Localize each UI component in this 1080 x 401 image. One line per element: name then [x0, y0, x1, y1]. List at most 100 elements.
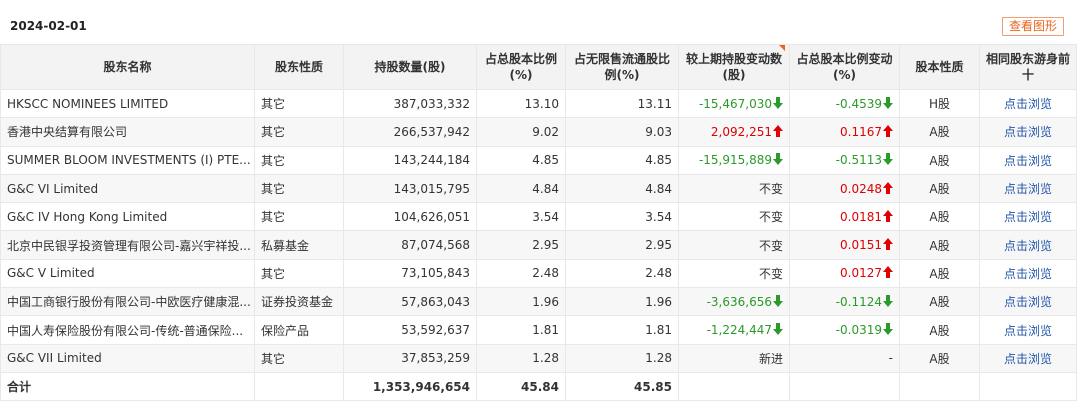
table-row: G&C VI Limited 其它 143,015,795 4.84 4.84 不变 0.0…	[0, 173, 1077, 204]
cell-pct: 3.54	[476, 202, 566, 232]
float-pct-text: 1.96	[645, 294, 672, 309]
browse-link-text[interactable]: 点击浏览	[1004, 125, 1052, 139]
cell-pct: 2.48	[476, 258, 566, 289]
pct-text: 1.96	[532, 294, 559, 309]
cell-browse-link[interactable]: 点击浏览	[979, 287, 1077, 317]
cell-share-type: A股	[899, 173, 980, 204]
cell-share-type: A股	[899, 287, 980, 317]
browse-link-text[interactable]: 点击浏览	[1004, 210, 1052, 224]
holder-name-text: G&C IV Hong Kong Limited	[7, 209, 168, 224]
total-label: 合计	[0, 371, 255, 401]
cell-browse-link[interactable]: 点击浏览	[979, 117, 1077, 147]
total-empty-cell	[678, 371, 790, 401]
sort-indicator-icon	[779, 45, 785, 51]
table-row: HKSCC NOMINEES LIMITED 其它 387,033,332 13.10…	[0, 88, 1077, 119]
cell-change: 不变	[678, 202, 790, 232]
cell-browse-link[interactable]: 点击浏览	[979, 258, 1077, 289]
float-pct-text: 13.11	[637, 96, 672, 111]
cell-change: 不变	[678, 230, 790, 260]
float-pct-text: 1.28	[645, 351, 672, 366]
table-row: 中国人寿保险股份有限公司-传统-普通保险... 保险产品 53,592,637 1.8…	[0, 315, 1077, 345]
col-header-pct-change[interactable]: 占总股本比例变动(%)	[789, 44, 900, 90]
browse-link-text[interactable]: 点击浏览	[1004, 97, 1052, 111]
change-text: 不变	[758, 266, 783, 281]
total-float-pct: 45.85	[565, 371, 679, 401]
cell-holder-name: G&C V Limited	[0, 258, 255, 289]
cell-holder-type: 保险产品	[254, 315, 344, 345]
table-row: 香港中央结算有限公司 其它 266,537,942 9.02 9.03 2,092,251…	[0, 117, 1077, 147]
cell-browse-link[interactable]: 点击浏览	[979, 173, 1077, 204]
pct-change-text: 0.0127	[840, 266, 882, 281]
cell-pct: 4.85	[476, 145, 566, 175]
cell-pct-change: -	[789, 343, 900, 373]
col-header-change[interactable]: 较上期持股变动数(股)	[678, 44, 790, 90]
table-row: G&C V Limited 其它 73,105,843 2.48 2.48 不变 0.012…	[0, 258, 1077, 289]
cell-change: -15,467,030	[678, 88, 790, 119]
holder-name-text: HKSCC NOMINEES LIMITED	[7, 96, 169, 111]
cell-shares: 104,626,051	[343, 202, 477, 232]
cell-holder-name: 香港中央结算有限公司	[0, 117, 255, 147]
total-empty-cell	[899, 371, 980, 401]
col-header-float-pct[interactable]: 占无限售流通股比例(%)	[565, 44, 679, 90]
cell-share-type: A股	[899, 315, 980, 345]
cell-browse-link[interactable]: 点击浏览	[979, 230, 1077, 260]
cell-browse-link[interactable]: 点击浏览	[979, 145, 1077, 175]
change-text: -1,224,447	[706, 323, 772, 338]
browse-link-text[interactable]: 点击浏览	[1004, 267, 1052, 281]
share-type-text: A股	[929, 125, 950, 140]
cell-float-pct: 3.54	[565, 202, 679, 232]
browse-link-text[interactable]: 点击浏览	[1004, 324, 1052, 338]
cell-shares: 266,537,942	[343, 117, 477, 147]
cell-browse-link[interactable]: 点击浏览	[979, 88, 1077, 119]
total-empty-cell	[789, 371, 900, 401]
cell-holder-name: G&C VII Limited	[0, 343, 255, 373]
col-header-type[interactable]: 股东性质	[254, 44, 344, 90]
cell-pct: 1.96	[476, 287, 566, 317]
pct-text: 1.28	[532, 351, 559, 366]
share-type-text: A股	[929, 210, 950, 225]
share-type-text: A股	[929, 238, 950, 253]
cell-pct-change: 0.0151	[789, 230, 900, 260]
change-text: 不变	[758, 238, 783, 253]
arrow-down-icon	[883, 294, 893, 307]
cell-browse-link[interactable]: 点击浏览	[979, 343, 1077, 373]
cell-float-pct: 13.11	[565, 88, 679, 119]
cell-shares: 87,074,568	[343, 230, 477, 260]
cell-holder-type: 其它	[254, 117, 344, 147]
col-header-share-type[interactable]: 股本性质	[899, 44, 980, 90]
cell-pct-change: 0.0181	[789, 202, 900, 232]
change-text: 新进	[758, 351, 783, 366]
total-empty-cell	[979, 371, 1077, 401]
pct-change-text: -0.4539	[835, 96, 882, 111]
pct-text: 3.54	[532, 209, 559, 224]
browse-link-text[interactable]: 点击浏览	[1004, 154, 1052, 168]
arrow-down-icon	[773, 323, 783, 336]
browse-link-text[interactable]: 点击浏览	[1004, 182, 1052, 196]
cell-share-type: A股	[899, 343, 980, 373]
shares-text: 53,592,637	[401, 323, 470, 338]
change-text: 2,092,251	[710, 124, 772, 139]
cell-browse-link[interactable]: 点击浏览	[979, 315, 1077, 345]
col-header-pct[interactable]: 占总股本比例(%)	[476, 44, 566, 90]
browse-link-text[interactable]: 点击浏览	[1004, 295, 1052, 309]
holder-type-text: 其它	[261, 351, 286, 366]
cell-pct-change: -0.4539	[789, 88, 900, 119]
cell-pct: 4.84	[476, 173, 566, 204]
cell-holder-type: 其它	[254, 202, 344, 232]
view-chart-button[interactable]: 查看图形	[1002, 17, 1064, 36]
table-row: 中国工商银行股份有限公司-中欧医疗健康混... 证券投资基金 57,863,043 1…	[0, 287, 1077, 317]
col-header-shares[interactable]: 持股数量(股)	[343, 44, 477, 90]
share-type-text: A股	[929, 182, 950, 197]
shares-text: 143,015,795	[393, 181, 470, 196]
float-pct-text: 2.48	[645, 266, 672, 281]
holder-name-text: G&C VII Limited	[7, 351, 102, 366]
cell-browse-link[interactable]: 点击浏览	[979, 202, 1077, 232]
holder-type-text: 其它	[261, 153, 286, 168]
cell-shares: 57,863,043	[343, 287, 477, 317]
browse-link-text[interactable]: 点击浏览	[1004, 239, 1052, 253]
browse-link-text[interactable]: 点击浏览	[1004, 352, 1052, 366]
col-header-same-holder[interactable]: 相同股东游身前十	[979, 44, 1077, 90]
total-shares: 1,353,946,654	[343, 371, 477, 401]
col-header-name[interactable]: 股东名称	[0, 44, 255, 90]
share-type-text: A股	[929, 295, 950, 310]
